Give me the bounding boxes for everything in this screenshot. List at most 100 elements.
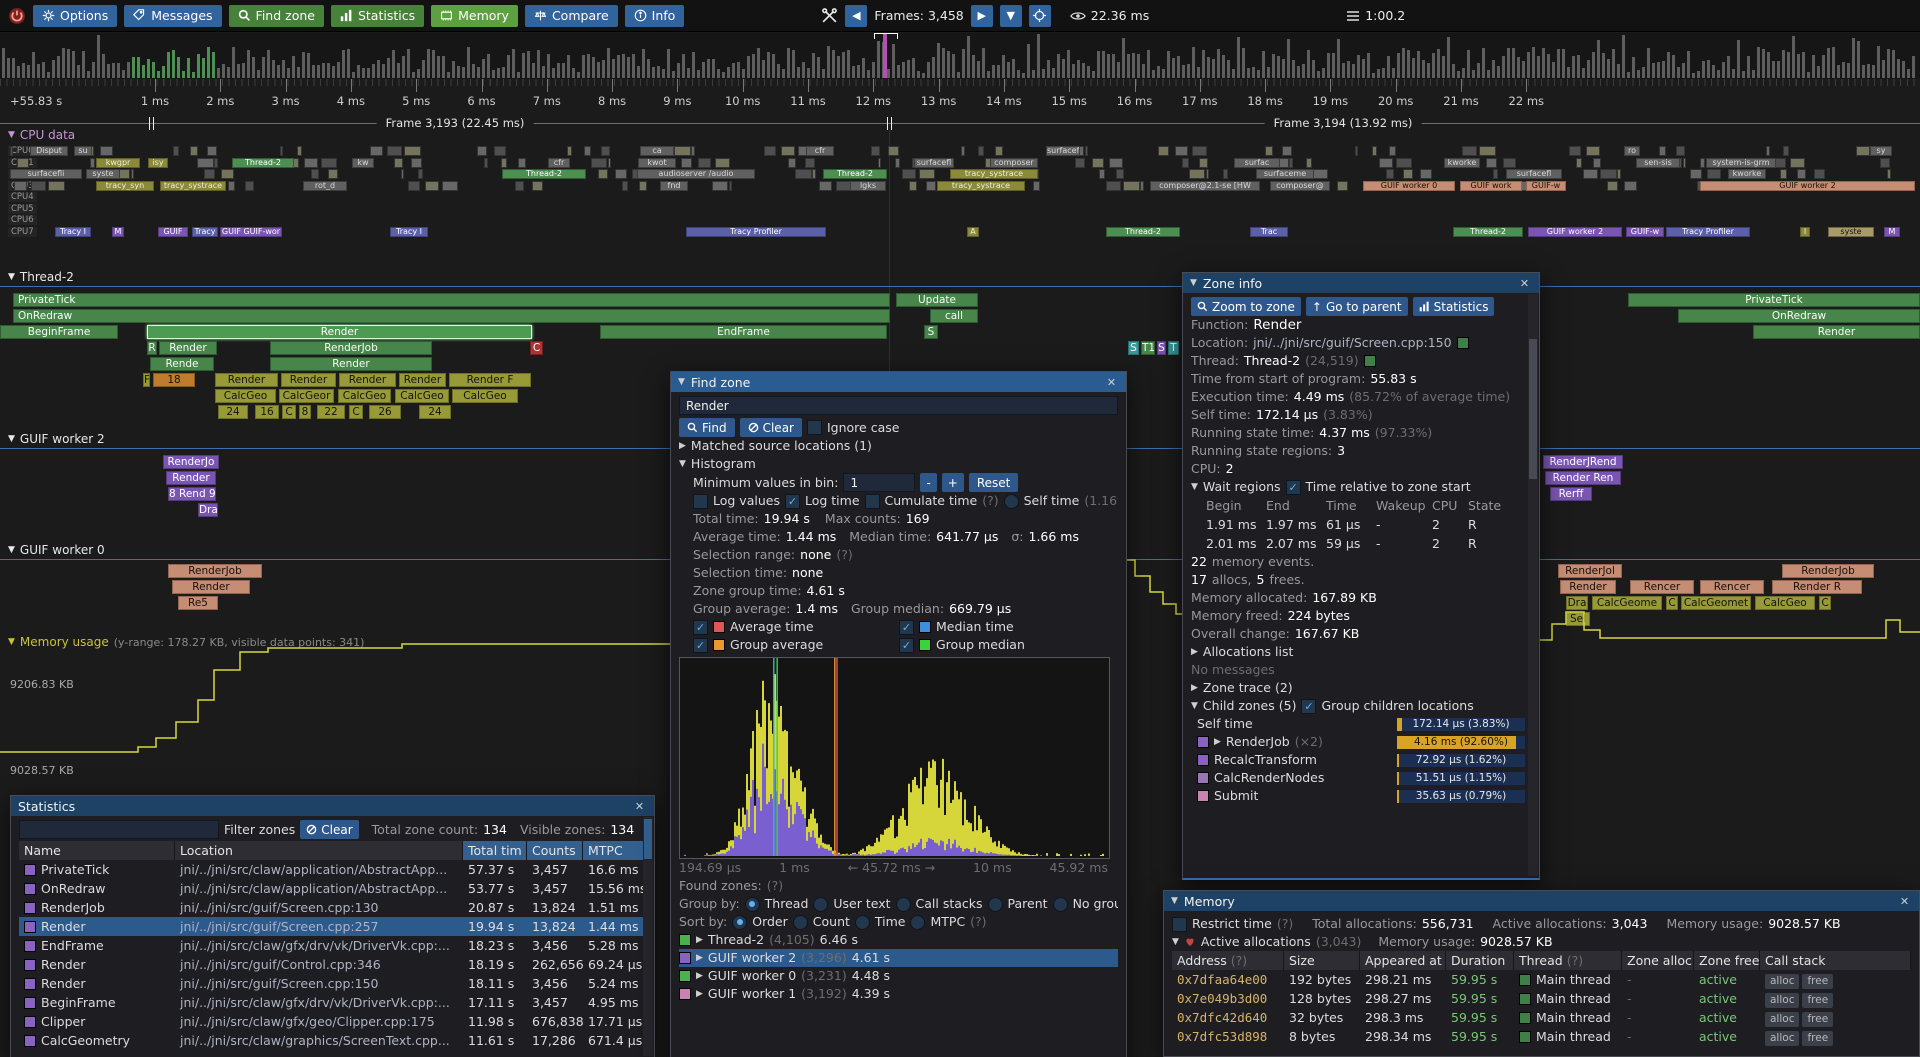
cpu-zone[interactable] [995, 146, 1003, 156]
cpu-zone[interactable] [370, 146, 383, 156]
frame-bar[interactable] [577, 72, 580, 78]
frame-bar[interactable] [392, 50, 395, 78]
allocation-row[interactable]: 0x7e049b3d00128 bytes298.27 ms59.95 sMai… [1172, 989, 1911, 1008]
frame-bar[interactable] [1527, 52, 1530, 78]
frame-bar[interactable] [1782, 50, 1785, 78]
frame-bar[interactable] [947, 51, 950, 78]
frame-bar[interactable] [1667, 52, 1670, 78]
frame-bar[interactable] [1637, 70, 1640, 78]
frame-bar[interactable] [1387, 56, 1390, 78]
frame-bar[interactable] [1032, 70, 1035, 78]
frame-bar[interactable] [1692, 73, 1695, 78]
cpu-zone[interactable] [401, 169, 404, 179]
frame-bar[interactable] [1512, 48, 1515, 78]
frame-bar[interactable] [702, 62, 705, 78]
frame-bar[interactable] [1437, 49, 1440, 78]
cpu-zone[interactable]: syste [1828, 227, 1874, 237]
frame-bar[interactable] [97, 35, 100, 78]
cpu-zone[interactable] [1306, 158, 1312, 168]
frame-bar[interactable] [57, 56, 60, 78]
frame-bar[interactable] [1852, 38, 1855, 78]
frame-bar[interactable] [1187, 64, 1190, 78]
bin-increase-button[interactable]: + [942, 473, 964, 492]
frame-bar[interactable] [1092, 71, 1095, 78]
timeline-zone[interactable]: CalcGeo [215, 389, 276, 403]
frame-bar[interactable] [907, 60, 910, 78]
frame-bar[interactable] [292, 56, 295, 78]
frame-bar[interactable] [877, 41, 880, 78]
frame-label-right[interactable]: Frame 3,194 (13.92 ms) [1265, 116, 1422, 130]
timeline-zone[interactable]: Render [1560, 580, 1616, 594]
timeline-zone[interactable]: T [1168, 341, 1179, 355]
cpu-zone[interactable]: M [1884, 227, 1900, 237]
cpu-zone[interactable]: kwgpr [96, 158, 140, 168]
group-by-radio-call-stacks[interactable] [896, 897, 911, 912]
histogram-plot[interactable] [680, 658, 1107, 856]
frame-bar[interactable] [217, 68, 220, 78]
frame-bar[interactable] [142, 65, 145, 78]
log-values-checkbox[interactable] [693, 494, 708, 509]
frame-bar[interactable] [842, 52, 845, 78]
frame-bar[interactable] [1587, 60, 1590, 78]
frame-bar[interactable] [1777, 61, 1780, 78]
timeline-zone[interactable]: 24 [218, 405, 248, 419]
frame-bar[interactable] [1462, 68, 1465, 78]
frame-bar[interactable] [1817, 66, 1820, 78]
frame-bar[interactable] [1662, 61, 1665, 78]
frame-bar[interactable] [147, 59, 150, 78]
sort-by-radio-order[interactable] [732, 915, 747, 930]
find-button[interactable]: Find [679, 418, 735, 437]
cpu-zone[interactable] [1420, 169, 1432, 179]
timeline-zone[interactable]: Re5 [178, 596, 218, 610]
frame-bar[interactable] [1632, 57, 1635, 78]
frame-bar[interactable] [237, 64, 240, 78]
frame-bar[interactable] [832, 50, 835, 78]
timeline-zone[interactable]: 16 [255, 405, 279, 419]
cpu-zone[interactable]: Disput [30, 146, 68, 156]
cpu-zone[interactable] [1493, 169, 1498, 179]
frame-bar[interactable] [1137, 54, 1140, 78]
group-children-checkbox[interactable] [1301, 699, 1316, 714]
frame-bar[interactable] [242, 63, 245, 78]
table-row[interactable]: Renderjni/../jni/src/guif/Screen.cpp:150… [19, 974, 646, 993]
frame-bar[interactable] [107, 64, 110, 78]
collapse-icon[interactable]: ▼ [8, 130, 15, 140]
frame-bar[interactable] [687, 68, 690, 78]
toolbar-button-find-zone[interactable]: Find zone [229, 5, 324, 27]
timeline-zone[interactable]: CalcGeome [1592, 596, 1662, 610]
table-row[interactable]: PrivateTickjni/../jni/src/claw/applicati… [19, 860, 646, 879]
cpu-zone[interactable] [501, 158, 507, 168]
cpu-zone[interactable] [1396, 158, 1412, 168]
frame-bar[interactable] [332, 66, 335, 78]
bin-decrease-button[interactable]: - [920, 473, 936, 492]
wait-regions-label[interactable]: Wait regions [1203, 478, 1281, 496]
frame-bar[interactable] [527, 51, 530, 78]
frame-bar[interactable] [582, 55, 585, 78]
cpu-zone[interactable] [442, 181, 458, 191]
group-by-radio-user-text[interactable] [813, 897, 828, 912]
frame-bar[interactable] [792, 50, 795, 78]
close-icon[interactable]: ✕ [1897, 894, 1912, 909]
frame-bar[interactable] [1502, 56, 1505, 78]
cpu-zone[interactable] [1192, 146, 1207, 156]
frame-bar[interactable] [817, 57, 820, 78]
cpu-zone[interactable] [1462, 146, 1477, 156]
frame-bar[interactable] [1287, 39, 1290, 78]
frame-bar[interactable] [1122, 38, 1125, 78]
cpu-zone[interactable] [221, 169, 234, 179]
restrict-time-checkbox[interactable] [1172, 917, 1187, 932]
timeline-zone[interactable]: CalcGeo [1755, 596, 1815, 610]
frame-bar[interactable] [1677, 67, 1680, 78]
cpu-zone[interactable] [712, 181, 728, 191]
frame-bar[interactable] [267, 50, 270, 78]
cpu-zone[interactable] [1486, 158, 1497, 168]
tools-icon[interactable] [821, 7, 838, 24]
cpu-zone[interactable]: sen-sis [1636, 158, 1680, 168]
frame-bar[interactable] [1237, 37, 1240, 78]
frame-bar[interactable] [1067, 50, 1070, 78]
frame-bar[interactable] [352, 72, 355, 78]
collapse-icon[interactable]: ▼ [678, 377, 685, 387]
frame-bar[interactable] [957, 72, 960, 78]
frame-bar[interactable] [1452, 64, 1455, 78]
cpu-zone[interactable] [207, 146, 217, 156]
